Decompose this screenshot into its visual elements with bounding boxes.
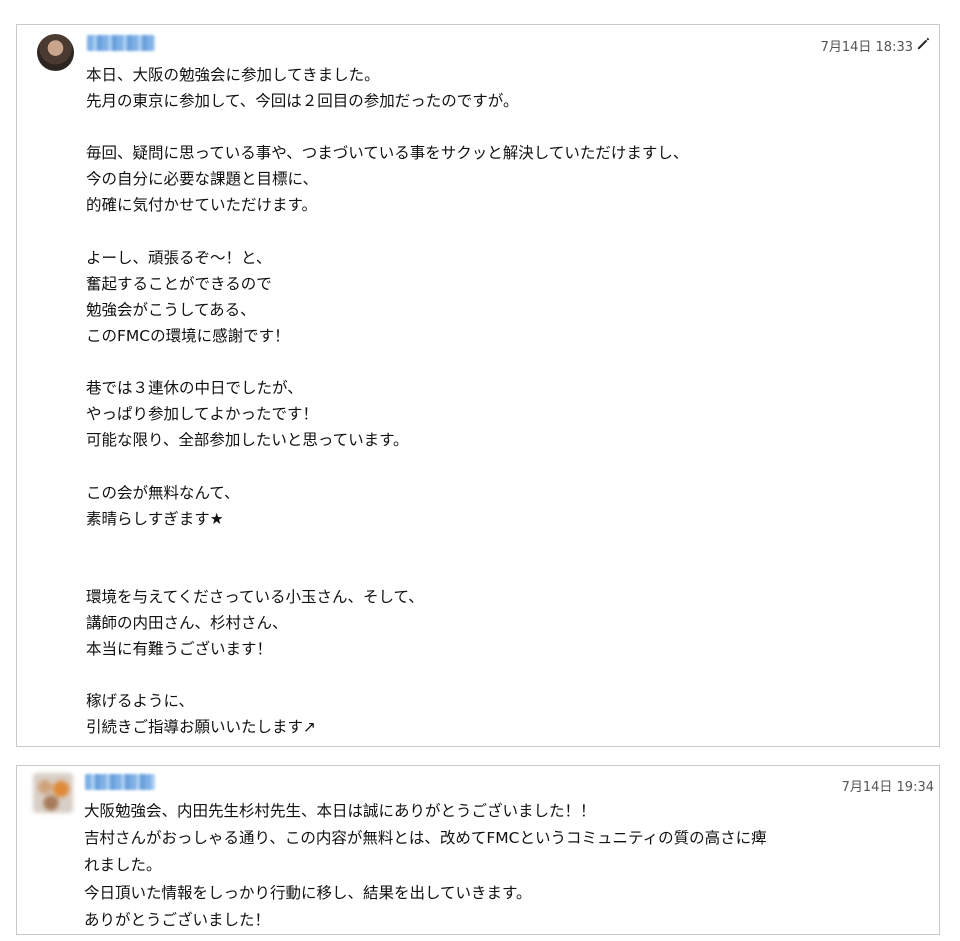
avatar[interactable] xyxy=(33,773,73,813)
username-blurred[interactable] xyxy=(87,35,155,51)
timestamp[interactable]: 7月14日 19:34 xyxy=(842,776,934,795)
message-card: 7月14日 18:33 本日、大阪の勉強会に参加してきました。 先月の東京に参加… xyxy=(16,24,940,747)
timestamp[interactable]: 7月14日 18:33 xyxy=(821,36,913,55)
avatar[interactable] xyxy=(37,34,74,71)
message-card: 7月14日 19:34 大阪勉強会、内田先生杉村先生、本日は誠にありがとうござい… xyxy=(16,765,940,935)
message-text: 本日、大阪の勉強会に参加してきました。 先月の東京に参加して、今回は２回目の参加… xyxy=(86,66,689,737)
username-blurred[interactable] xyxy=(85,774,155,790)
message-text: 大阪勉強会、内田先生杉村先生、本日は誠にありがとうございました！！ 吉村さんがお… xyxy=(84,802,767,929)
pencil-icon xyxy=(917,37,930,50)
